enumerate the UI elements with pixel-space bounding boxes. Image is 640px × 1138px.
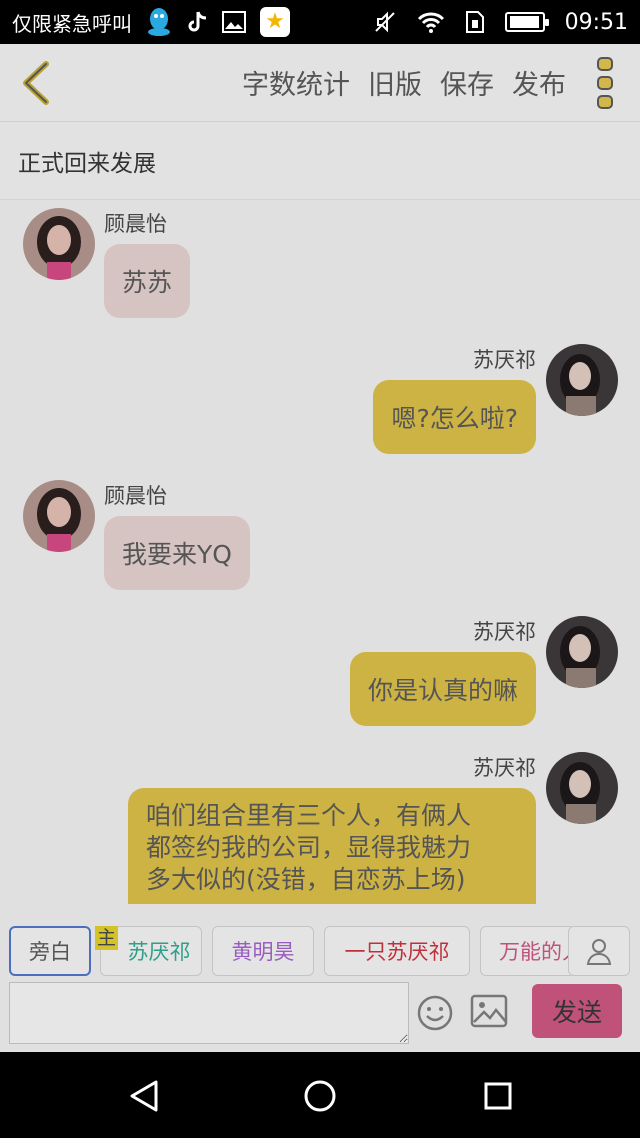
role-chip[interactable]: 一只苏厌祁 (324, 926, 470, 976)
message-bubble[interactable]: 你是认真的嘛 (349, 652, 536, 726)
message-line: 多大似的(没错，自恋苏上场) (146, 865, 466, 894)
tiktok-icon (186, 10, 208, 34)
nav-back-button[interactable] (122, 1074, 166, 1118)
person-icon (586, 939, 612, 965)
image-icon (222, 11, 246, 33)
clock: 09:51 (564, 9, 628, 35)
message-input[interactable] (9, 982, 409, 1044)
composer: 发送 (0, 980, 640, 1052)
emoji-button[interactable] (416, 994, 454, 1032)
top-toolbar: 字数统计 旧版 保存 发布 (0, 44, 640, 122)
message-bubble[interactable]: 我要来YQ (104, 516, 250, 590)
avatar[interactable] (23, 480, 95, 552)
role-selector: 旁白 苏厌祁 主 黄明昊 一只苏厌祁 万能的人 (0, 904, 640, 980)
sender-name: 顾晨怡 (104, 212, 167, 236)
role-chip-narrator[interactable]: 旁白 (9, 926, 91, 976)
sender-name: 苏厌祁 (473, 620, 536, 644)
image-picker-button[interactable] (470, 994, 508, 1028)
mute-icon (373, 10, 397, 34)
role-chip[interactable]: 黄明昊 (212, 926, 314, 976)
avatar[interactable] (546, 344, 618, 416)
square-recents-icon (484, 1082, 512, 1110)
star-app-icon: ★ (260, 7, 290, 37)
role-chip-label: 一只苏厌祁 (344, 940, 450, 964)
role-chip-label: 苏厌祁 (127, 940, 191, 964)
triangle-back-icon (130, 1080, 158, 1112)
message-list[interactable]: 顾晨怡 苏苏 苏厌祁 嗯?怎么啦? 顾晨怡 我要来YQ 苏厌祁 你是认真的嘛 苏… (0, 200, 640, 904)
nav-recents-button[interactable] (476, 1074, 520, 1118)
sim-icon (465, 10, 485, 34)
message-bubble[interactable]: 嗯?怎么啦? (373, 380, 536, 454)
message-bubble[interactable]: 咱们组合里有三个人，有俩人 都签约我的公司，显得我魅力 多大似的(没错，自恋苏上… (128, 788, 536, 904)
more-menu-button[interactable] (580, 53, 630, 113)
chat-title: 正式回来发展 (0, 122, 640, 200)
character-manager-button[interactable] (568, 926, 630, 976)
status-bar: 仅限紧急呼叫 ★ 09:51 (0, 0, 640, 44)
avatar[interactable] (546, 752, 618, 824)
more-vertical-icon (597, 56, 613, 109)
battery-icon (504, 12, 549, 32)
circle-home-icon (304, 1080, 336, 1112)
wifi-icon (417, 11, 445, 33)
system-nav-bar (0, 1052, 640, 1138)
nav-home-button[interactable] (298, 1074, 342, 1118)
sender-name: 苏厌祁 (473, 756, 536, 780)
publish-button[interactable]: 发布 (512, 63, 566, 102)
old-version-button[interactable]: 旧版 (368, 63, 422, 102)
sender-name: 苏厌祁 (473, 348, 536, 372)
message-line: 咱们组合里有三个人，有俩人 (146, 801, 472, 830)
back-button[interactable] (0, 44, 70, 122)
send-button[interactable]: 发送 (532, 984, 622, 1038)
message-line: 都签约我的公司，显得我魅力 (146, 833, 472, 862)
notification-text: 仅限紧急呼叫 (12, 11, 132, 36)
image-icon (470, 994, 508, 1028)
save-button[interactable]: 保存 (440, 63, 494, 102)
role-chip-label: 万能的人 (499, 940, 576, 964)
sender-name: 顾晨怡 (104, 484, 167, 508)
role-chip[interactable]: 万能的人 (480, 926, 576, 976)
main-role-badge: 主 (95, 926, 119, 950)
smiley-icon (417, 995, 453, 1031)
avatar[interactable] (23, 208, 95, 280)
chevron-left-icon (23, 60, 49, 105)
qq-icon (146, 7, 172, 37)
message-bubble[interactable]: 苏苏 (104, 244, 191, 318)
word-count-button[interactable]: 字数统计 (242, 63, 350, 102)
avatar[interactable] (546, 616, 618, 688)
role-chip-label: 黄明昊 (231, 940, 295, 964)
